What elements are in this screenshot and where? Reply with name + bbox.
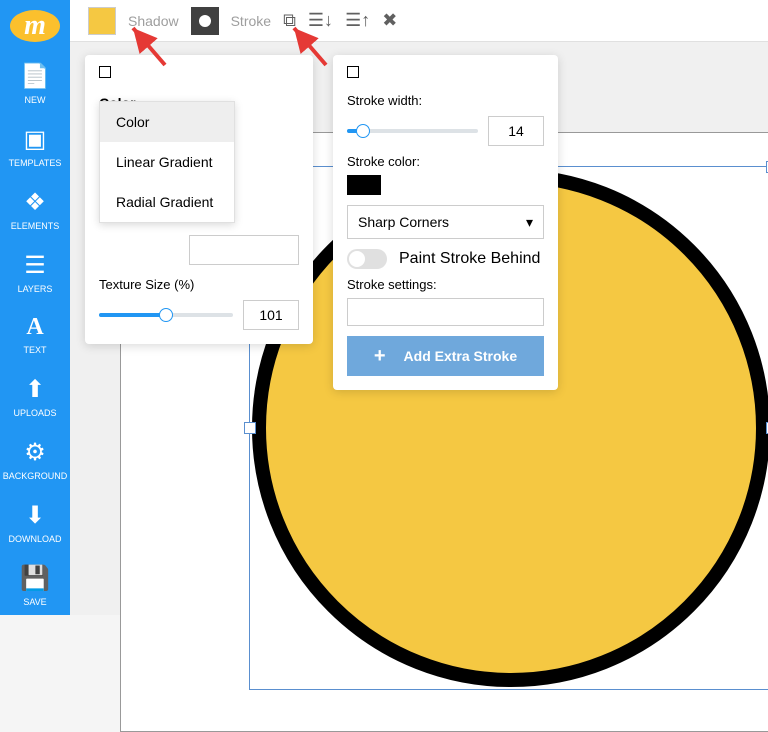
color-type-dropdown: Color Linear Gradient Radial Gradient	[99, 101, 235, 223]
sidebar-item-elements[interactable]: ❖ ELEMENTS	[0, 178, 70, 241]
text-icon: A	[26, 314, 43, 341]
download-icon: ⬇	[25, 501, 45, 530]
stroke-panel: Stroke width: 14 Stroke color: Sharp Cor…	[333, 55, 558, 390]
chevron-down-icon: ▾	[526, 214, 533, 231]
bring-forward-icon[interactable]: ☰↑	[345, 10, 370, 31]
sidebar-item-label: TEMPLATES	[9, 158, 62, 168]
sidebar-item-text[interactable]: A TEXT	[0, 304, 70, 365]
sidebar-item-uploads[interactable]: ⬆ UPLOADS	[0, 365, 70, 428]
panel-icon	[99, 66, 111, 78]
add-extra-stroke-button[interactable]: + Add Extra Stroke	[347, 336, 544, 376]
stroke-settings-input[interactable]	[347, 298, 544, 326]
sidebar-item-download[interactable]: ⬇ DOWNLOAD	[0, 491, 70, 554]
stroke-width-label: Stroke width:	[347, 93, 544, 108]
paint-behind-toggle[interactable]	[347, 249, 387, 269]
stroke-label[interactable]: Stroke	[231, 13, 271, 29]
plus-icon: +	[374, 345, 386, 368]
layers-icon: ☰	[24, 251, 46, 280]
file-icon: 📄	[20, 62, 50, 91]
sidebar-item-save[interactable]: 💾 SAVE	[0, 554, 70, 617]
sidebar-item-templates[interactable]: ▣ TEMPLATES	[0, 115, 70, 178]
delete-icon[interactable]: ✖	[382, 10, 397, 31]
texture-input[interactable]	[189, 235, 299, 265]
corner-style-select[interactable]: Sharp Corners ▾	[347, 205, 544, 239]
panel-icon	[347, 66, 359, 78]
upload-icon: ⬆	[25, 375, 45, 404]
elements-icon: ❖	[24, 188, 46, 217]
sidebar-item-background[interactable]: ⚙ BACKGROUND	[0, 428, 70, 491]
stroke-settings-label: Stroke settings:	[347, 277, 544, 292]
sidebar-item-label: UPLOADS	[13, 408, 56, 418]
dropdown-item-radial-gradient[interactable]: Radial Gradient	[100, 182, 234, 222]
add-stroke-label: Add Extra Stroke	[404, 348, 518, 364]
stroke-color-label: Stroke color:	[347, 154, 544, 169]
fill-color-swatch[interactable]	[88, 7, 116, 35]
sidebar-item-label: BACKGROUND	[3, 471, 68, 481]
sidebar-item-label: ELEMENTS	[11, 221, 60, 231]
templates-icon: ▣	[24, 125, 47, 154]
sidebar-item-new[interactable]: 📄 NEW	[0, 52, 70, 115]
stroke-color-chip[interactable]	[347, 175, 381, 195]
annotation-arrow	[125, 20, 175, 70]
annotation-arrow	[286, 20, 336, 70]
dropdown-item-color[interactable]: Color	[100, 102, 234, 142]
sidebar-item-layers[interactable]: ☰ LAYERS	[0, 241, 70, 304]
save-icon: 💾	[20, 564, 50, 593]
dropdown-item-linear-gradient[interactable]: Linear Gradient	[100, 142, 234, 182]
sidebar-item-label: TEXT	[23, 345, 46, 355]
app-logo: m	[10, 10, 60, 42]
color-panel: Color Color Linear Gradient Radial Gradi…	[85, 55, 313, 344]
texture-size-value[interactable]: 101	[243, 300, 299, 330]
texture-size-label: Texture Size (%)	[99, 277, 299, 292]
gear-icon: ⚙	[24, 438, 46, 467]
sidebar-item-label: NEW	[25, 95, 46, 105]
sidebar-item-label: LAYERS	[18, 284, 53, 294]
texture-size-slider[interactable]	[99, 313, 233, 317]
paint-behind-label: Paint Stroke Behind	[399, 250, 540, 268]
app-sidebar: m 📄 NEW ▣ TEMPLATES ❖ ELEMENTS ☰ LAYERS …	[0, 0, 70, 615]
sidebar-item-label: SAVE	[23, 597, 46, 607]
corner-style-value: Sharp Corners	[358, 214, 449, 230]
stroke-width-value[interactable]: 14	[488, 116, 544, 146]
stroke-width-slider[interactable]	[347, 129, 478, 133]
sidebar-item-label: DOWNLOAD	[8, 534, 61, 544]
stroke-color-swatch[interactable]	[191, 7, 219, 35]
